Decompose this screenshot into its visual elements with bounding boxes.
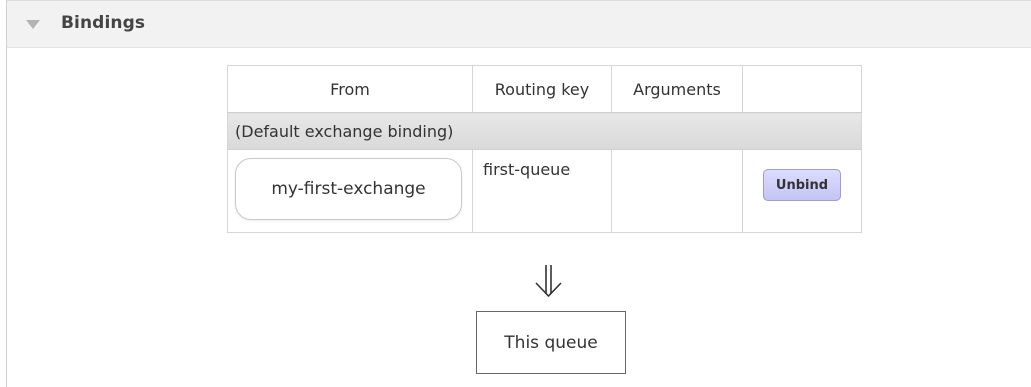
double-down-arrow-icon [535,265,562,298]
default-exchange-binding-label: (Default exchange binding) [227,112,862,150]
exchange-link[interactable]: my-first-exchange [235,158,462,220]
column-header-from: From [227,65,473,113]
column-header-arguments: Arguments [611,65,743,113]
group-row: (Default exchange binding) [227,112,862,150]
column-header-actions [742,65,862,113]
section-title: Bindings [61,13,146,33]
table-header-row: From Routing key Arguments [227,65,862,113]
bindings-table: From Routing key Arguments (Default exch… [227,65,862,233]
from-cell: my-first-exchange [227,149,473,233]
routing-key-value: first-queue [483,160,571,179]
arguments-cell [611,149,743,233]
actions-cell: Unbind [742,149,862,233]
unbind-button[interactable]: Unbind [763,169,841,201]
table-row: my-first-exchange first-queue Unbind [227,149,862,233]
column-header-routing-key: Routing key [472,65,612,113]
routing-key-cell: first-queue [472,149,612,233]
triangle-down-icon[interactable] [26,20,40,29]
bindings-panel: Bindings From Routing key Arguments (Def… [6,0,1031,387]
bindings-section-header[interactable]: Bindings [7,1,1031,48]
this-queue-box: This queue [476,311,626,374]
